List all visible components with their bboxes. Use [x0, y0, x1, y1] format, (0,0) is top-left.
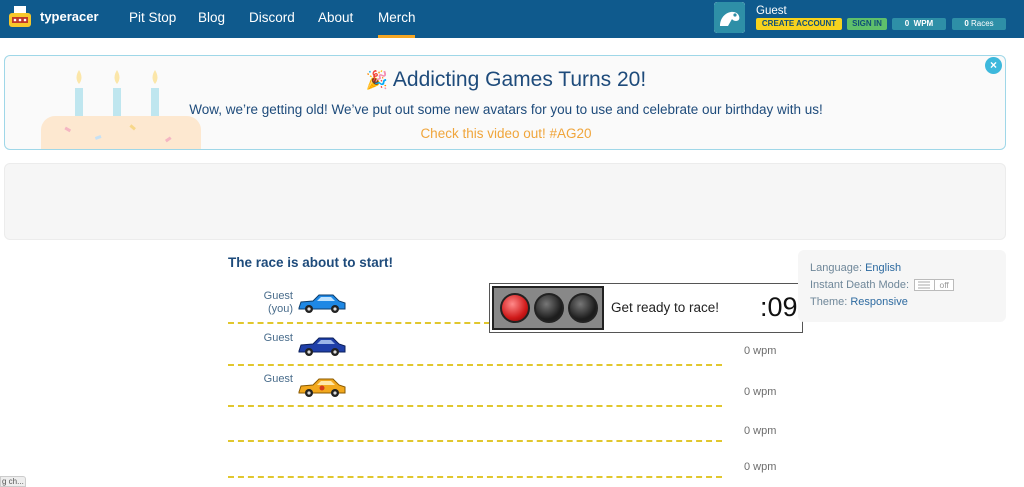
racer-3-track	[228, 405, 722, 407]
create-account-button[interactable]: CREATE ACCOUNT	[756, 18, 842, 30]
races-unit: Races	[971, 19, 994, 28]
racer-5-wpm: 0 wpm	[744, 461, 777, 473]
language-value[interactable]: English	[865, 262, 901, 274]
racer-1-car-icon	[298, 294, 346, 313]
active-nav-underline	[378, 35, 415, 38]
anniversary-banner: 🎉 Addicting Games Turns 20! Wow, we’re g…	[4, 55, 1006, 150]
ad-placeholder	[4, 163, 1006, 240]
racer-1-track	[228, 322, 490, 324]
racer-3-name-text: Guest	[263, 373, 293, 385]
wpm-unit: WPM	[913, 19, 934, 28]
countdown-message: Get ready to race!	[611, 300, 720, 315]
traffic-light	[492, 286, 604, 330]
instant-death-label: Instant Death Mode:	[810, 279, 910, 291]
racer-5-track	[228, 476, 722, 478]
toggle-state: off	[934, 280, 953, 291]
banner-title: 🎉 Addicting Games Turns 20!	[5, 68, 1005, 92]
red-light-icon	[500, 293, 530, 323]
racer-3-name: Guest	[203, 373, 293, 386]
racer-4-track	[228, 440, 722, 442]
racer-2-car-icon	[298, 337, 346, 356]
user-name: Guest	[756, 5, 787, 17]
close-icon[interactable]: ×	[985, 57, 1002, 74]
theme-setting: Theme: Responsive	[810, 296, 908, 308]
theme-value[interactable]: Responsive	[850, 296, 907, 308]
racer-1-name-text: Guest	[263, 290, 293, 302]
countdown-timer: :09	[760, 292, 798, 322]
menu-lines-icon	[918, 281, 931, 289]
racer-2-track	[228, 364, 722, 366]
nav-pit-stop[interactable]: Pit Stop	[129, 10, 176, 25]
nav-blog[interactable]: Blog	[198, 10, 225, 25]
wpm-value: 0	[904, 19, 910, 28]
top-navigation-bar: typeracer Pit Stop Blog Discord About Me…	[0, 0, 1024, 38]
nav-merch[interactable]: Merch	[378, 10, 416, 25]
banner-title-text: Addicting Games Turns 20!	[392, 68, 647, 91]
countdown-popup: Get ready to race! :09	[489, 283, 803, 333]
banner-video-link[interactable]: Check this video out! #AG20	[5, 126, 1005, 141]
race-settings-panel: Language: English Instant Death Mode: of…	[798, 250, 1006, 322]
race-heading: The race is about to start!	[228, 255, 394, 270]
racer-4-wpm: 0 wpm	[744, 425, 777, 437]
status-tooltip: g ch...	[0, 476, 26, 487]
instant-death-toggle[interactable]: off	[914, 279, 955, 292]
logo-text[interactable]: typeracer	[40, 9, 99, 24]
language-setting: Language: English	[810, 262, 901, 274]
off-light-icon	[534, 293, 564, 323]
races-badge[interactable]: 0 Races	[952, 18, 1006, 30]
racer-3-car-icon	[298, 378, 346, 397]
wpm-badge[interactable]: 0 WPM	[892, 18, 946, 30]
language-label: Language:	[810, 262, 862, 274]
banner-message: Wow, we’re getting old! We’ve put out so…	[189, 102, 823, 117]
party-popper-icon: 🎉	[365, 70, 389, 90]
races-value: 0	[964, 19, 969, 28]
racer-1-you-label: (you)	[267, 303, 293, 315]
instant-death-setting: Instant Death Mode: off	[810, 279, 955, 292]
nav-discord[interactable]: Discord	[249, 10, 295, 25]
racer-2-name: Guest	[203, 332, 293, 345]
off-light-icon	[568, 293, 598, 323]
racer-2-wpm: 0 wpm	[744, 345, 777, 357]
racer-1-name: Guest (you)	[203, 290, 293, 316]
nav-about[interactable]: About	[318, 10, 353, 25]
racer-3-wpm: 0 wpm	[744, 386, 777, 398]
theme-label: Theme:	[810, 296, 848, 308]
guest-avatar-icon[interactable]	[714, 2, 745, 33]
typewriter-logo-icon[interactable]	[6, 4, 34, 32]
racer-2-name-text: Guest	[263, 332, 293, 344]
sign-in-button[interactable]: SIGN IN	[847, 18, 887, 30]
